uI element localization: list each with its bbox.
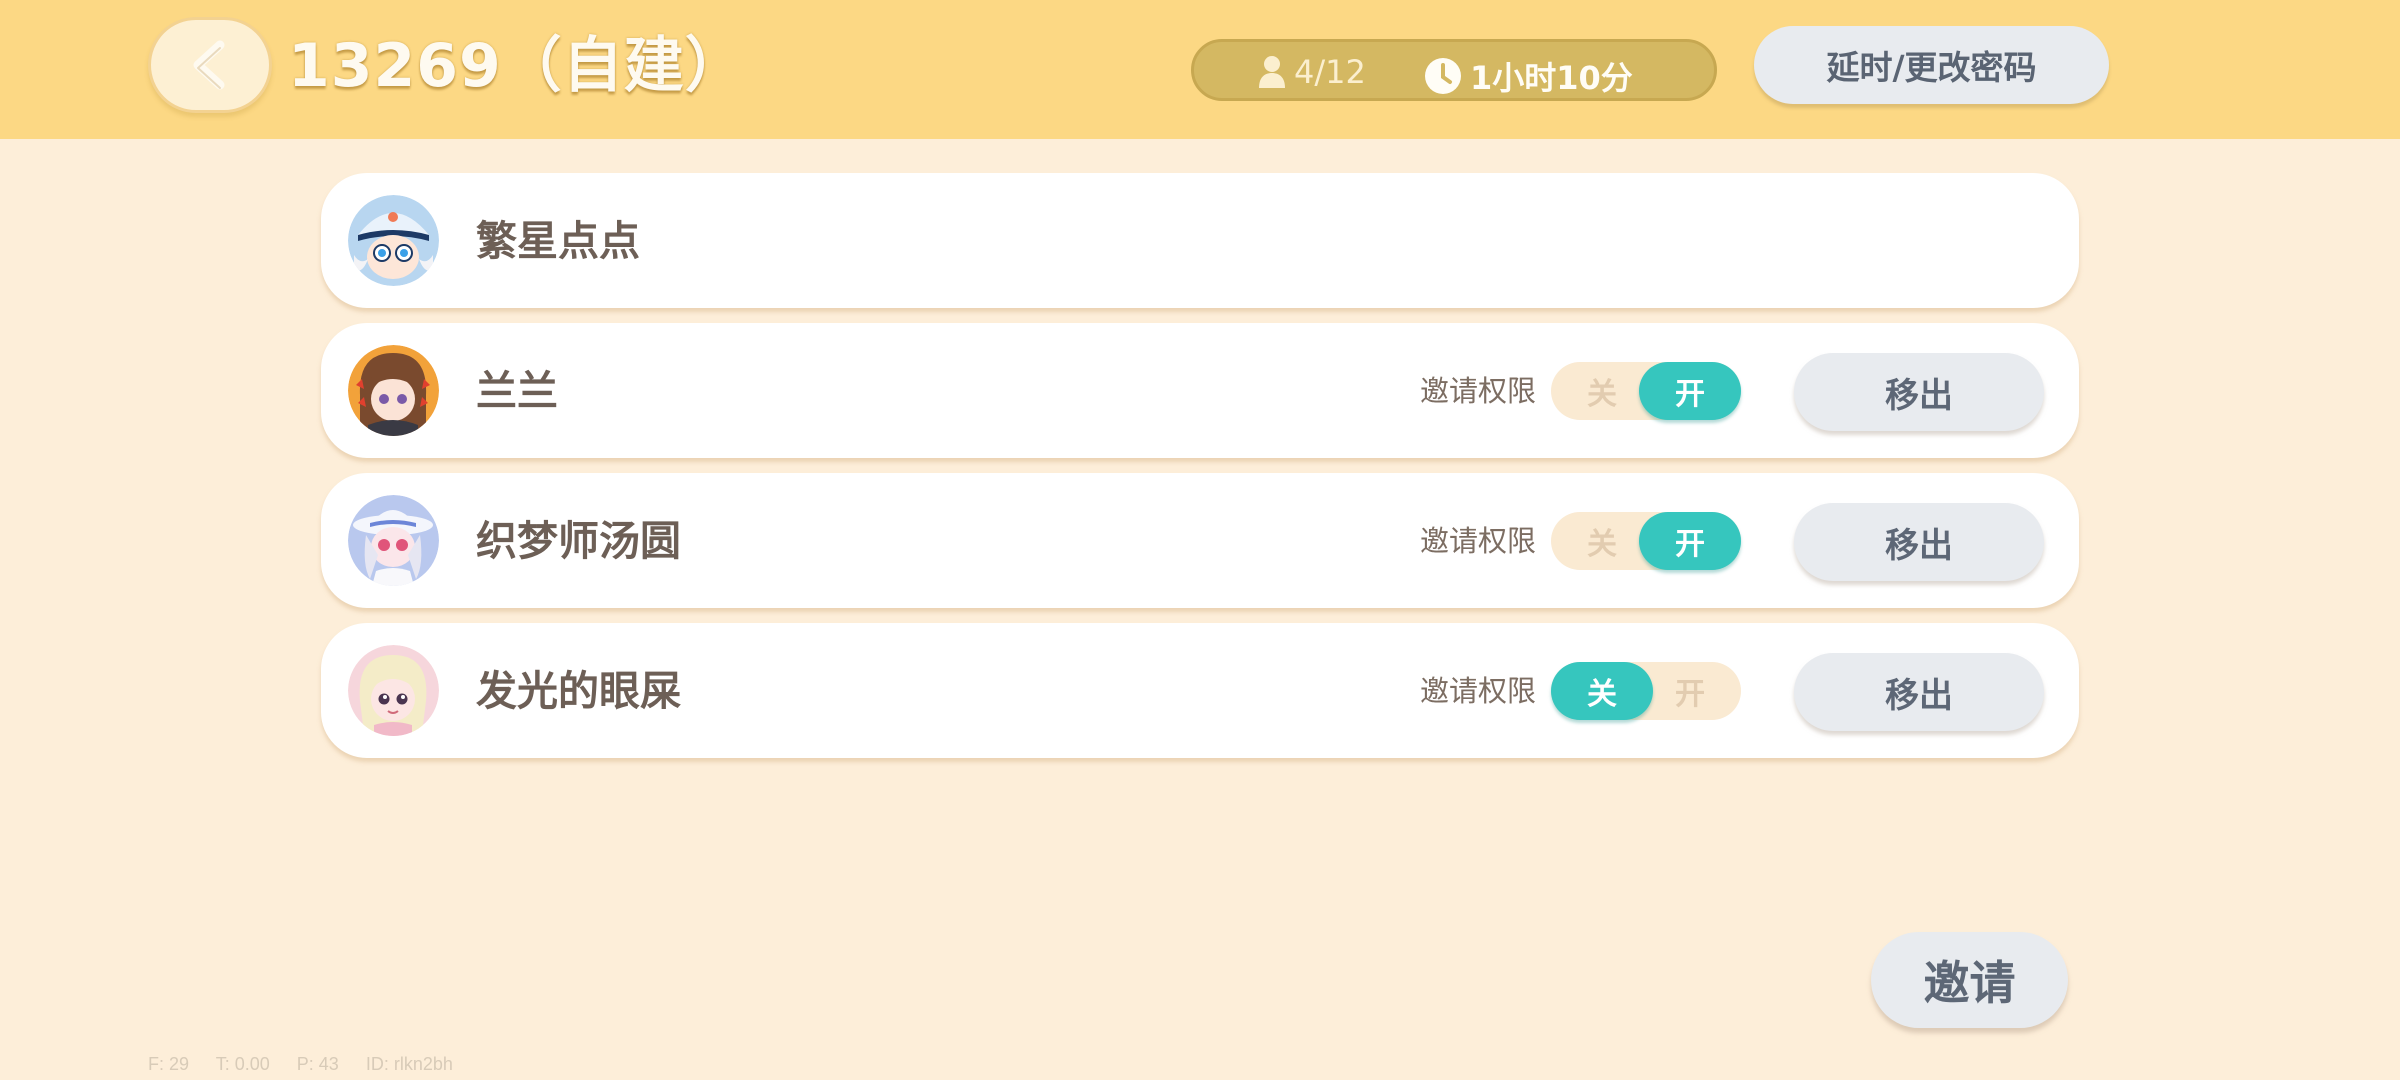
clock-icon [1425,58,1461,94]
member-name: 兰兰 [476,367,558,415]
member-row: 繁星点点 [321,173,2079,308]
toggle-on-option[interactable]: 开 [1639,362,1741,420]
toggle-off-option[interactable]: 关 [1551,662,1653,720]
invite-button[interactable]: 邀请 [1871,932,2068,1028]
debug-overlay: F: 29 T: 0.00 P: 43 ID: rlkn2bh [148,1054,475,1075]
member-name: 繁星点点 [476,217,640,265]
invite-permission-toggle[interactable]: 关 开 [1551,512,1741,570]
debug-fps: F: 29 [148,1054,190,1074]
invite-permission-label: 邀请权限 [1420,674,1537,708]
person-icon [1259,56,1285,88]
debug-id: ID: rlkn2bh [365,1054,453,1074]
room-title: 13269（自建） [288,31,746,101]
extend-change-password-button[interactable]: 延时/更改密码 [1754,26,2109,104]
member-name: 发光的眼屎 [476,667,681,715]
member-row: 织梦师汤圆 邀请权限 关 开 移出 [321,473,2079,608]
room-status-pill: 4/12 1小时10分 [1191,39,1717,101]
avatar[interactable] [348,495,439,586]
invite-permission-toggle[interactable]: 开 关 [1551,662,1741,720]
remove-member-button[interactable]: 移出 [1794,653,2044,731]
debug-ping: P: 43 [296,1054,339,1074]
back-button[interactable] [148,17,272,113]
invite-permission-toggle[interactable]: 关 开 [1551,362,1741,420]
member-name: 织梦师汤圆 [476,517,681,565]
toggle-off-option[interactable]: 关 [1551,512,1653,570]
member-row: 兰兰 邀请权限 关 开 移出 [321,323,2079,458]
chevron-left-icon [193,40,225,90]
avatar[interactable] [348,645,439,736]
player-count-text: 4/12 [1294,53,1366,91]
toggle-on-option[interactable]: 开 [1639,512,1741,570]
remove-member-button[interactable]: 移出 [1794,503,2044,581]
room-timer-text: 1小时10分 [1470,59,1633,97]
avatar[interactable] [348,345,439,436]
member-row: 发光的眼屎 邀请权限 开 关 移出 [321,623,2079,758]
remove-member-button[interactable]: 移出 [1794,353,2044,431]
room-timer: 1小时10分 [1424,53,1633,99]
invite-permission-label: 邀请权限 [1420,374,1537,408]
invite-permission-label: 邀请权限 [1420,524,1537,558]
avatar[interactable] [348,195,439,286]
debug-time: T: 0.00 [215,1054,270,1074]
player-count: 4/12 [1258,53,1366,91]
toggle-off-option[interactable]: 关 [1551,362,1653,420]
toggle-on-option[interactable]: 开 [1639,662,1741,720]
